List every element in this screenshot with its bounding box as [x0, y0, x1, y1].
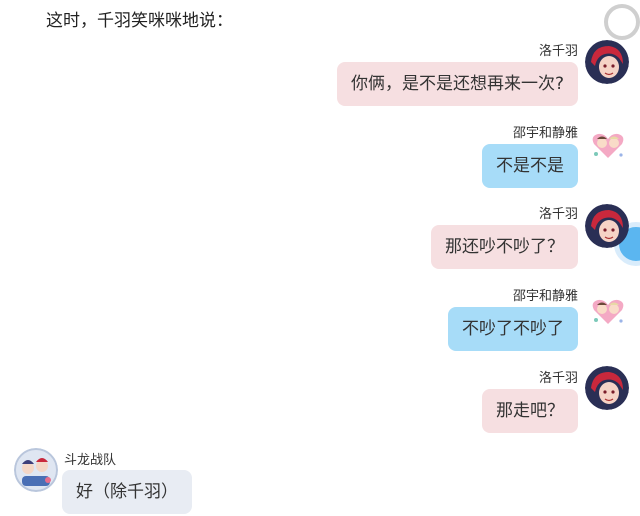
- message-bubble: 好（除千羽）: [62, 470, 192, 514]
- team-avatar-icon[interactable]: [14, 448, 58, 492]
- message-bubble: 不是不是: [482, 144, 578, 188]
- message-bubble: 那走吧？: [482, 389, 578, 433]
- sender-name: 邵宇和静雅: [512, 126, 578, 141]
- narration-text: 这时，千羽笑咪咪地说：: [46, 11, 233, 31]
- luo-avatar-icon[interactable]: [585, 204, 629, 248]
- shao-avatar-icon[interactable]: [588, 124, 632, 168]
- sender-name: 邵宇和静雅: [512, 289, 578, 304]
- sender-name: 洛千羽: [538, 207, 578, 222]
- shao-avatar-icon[interactable]: [588, 290, 632, 334]
- luo-avatar-icon[interactable]: [585, 40, 629, 84]
- chat-screen: 这时，千羽笑咪咪地说： 洛千羽 你俩，是不是还想再来一次? 邵宇和静雅 不是不是…: [0, 0, 640, 516]
- floating-circle-button[interactable]: [604, 4, 640, 40]
- message-bubble: 不吵了不吵了: [448, 307, 578, 351]
- sender-name: 洛千羽: [538, 371, 578, 386]
- luo-avatar-icon[interactable]: [585, 366, 629, 410]
- sender-name: 洛千羽: [538, 44, 578, 59]
- sender-name: 斗龙战队: [64, 453, 117, 468]
- message-bubble: 那还吵不吵了？: [431, 225, 578, 269]
- message-bubble: 你俩，是不是还想再来一次?: [336, 62, 578, 106]
